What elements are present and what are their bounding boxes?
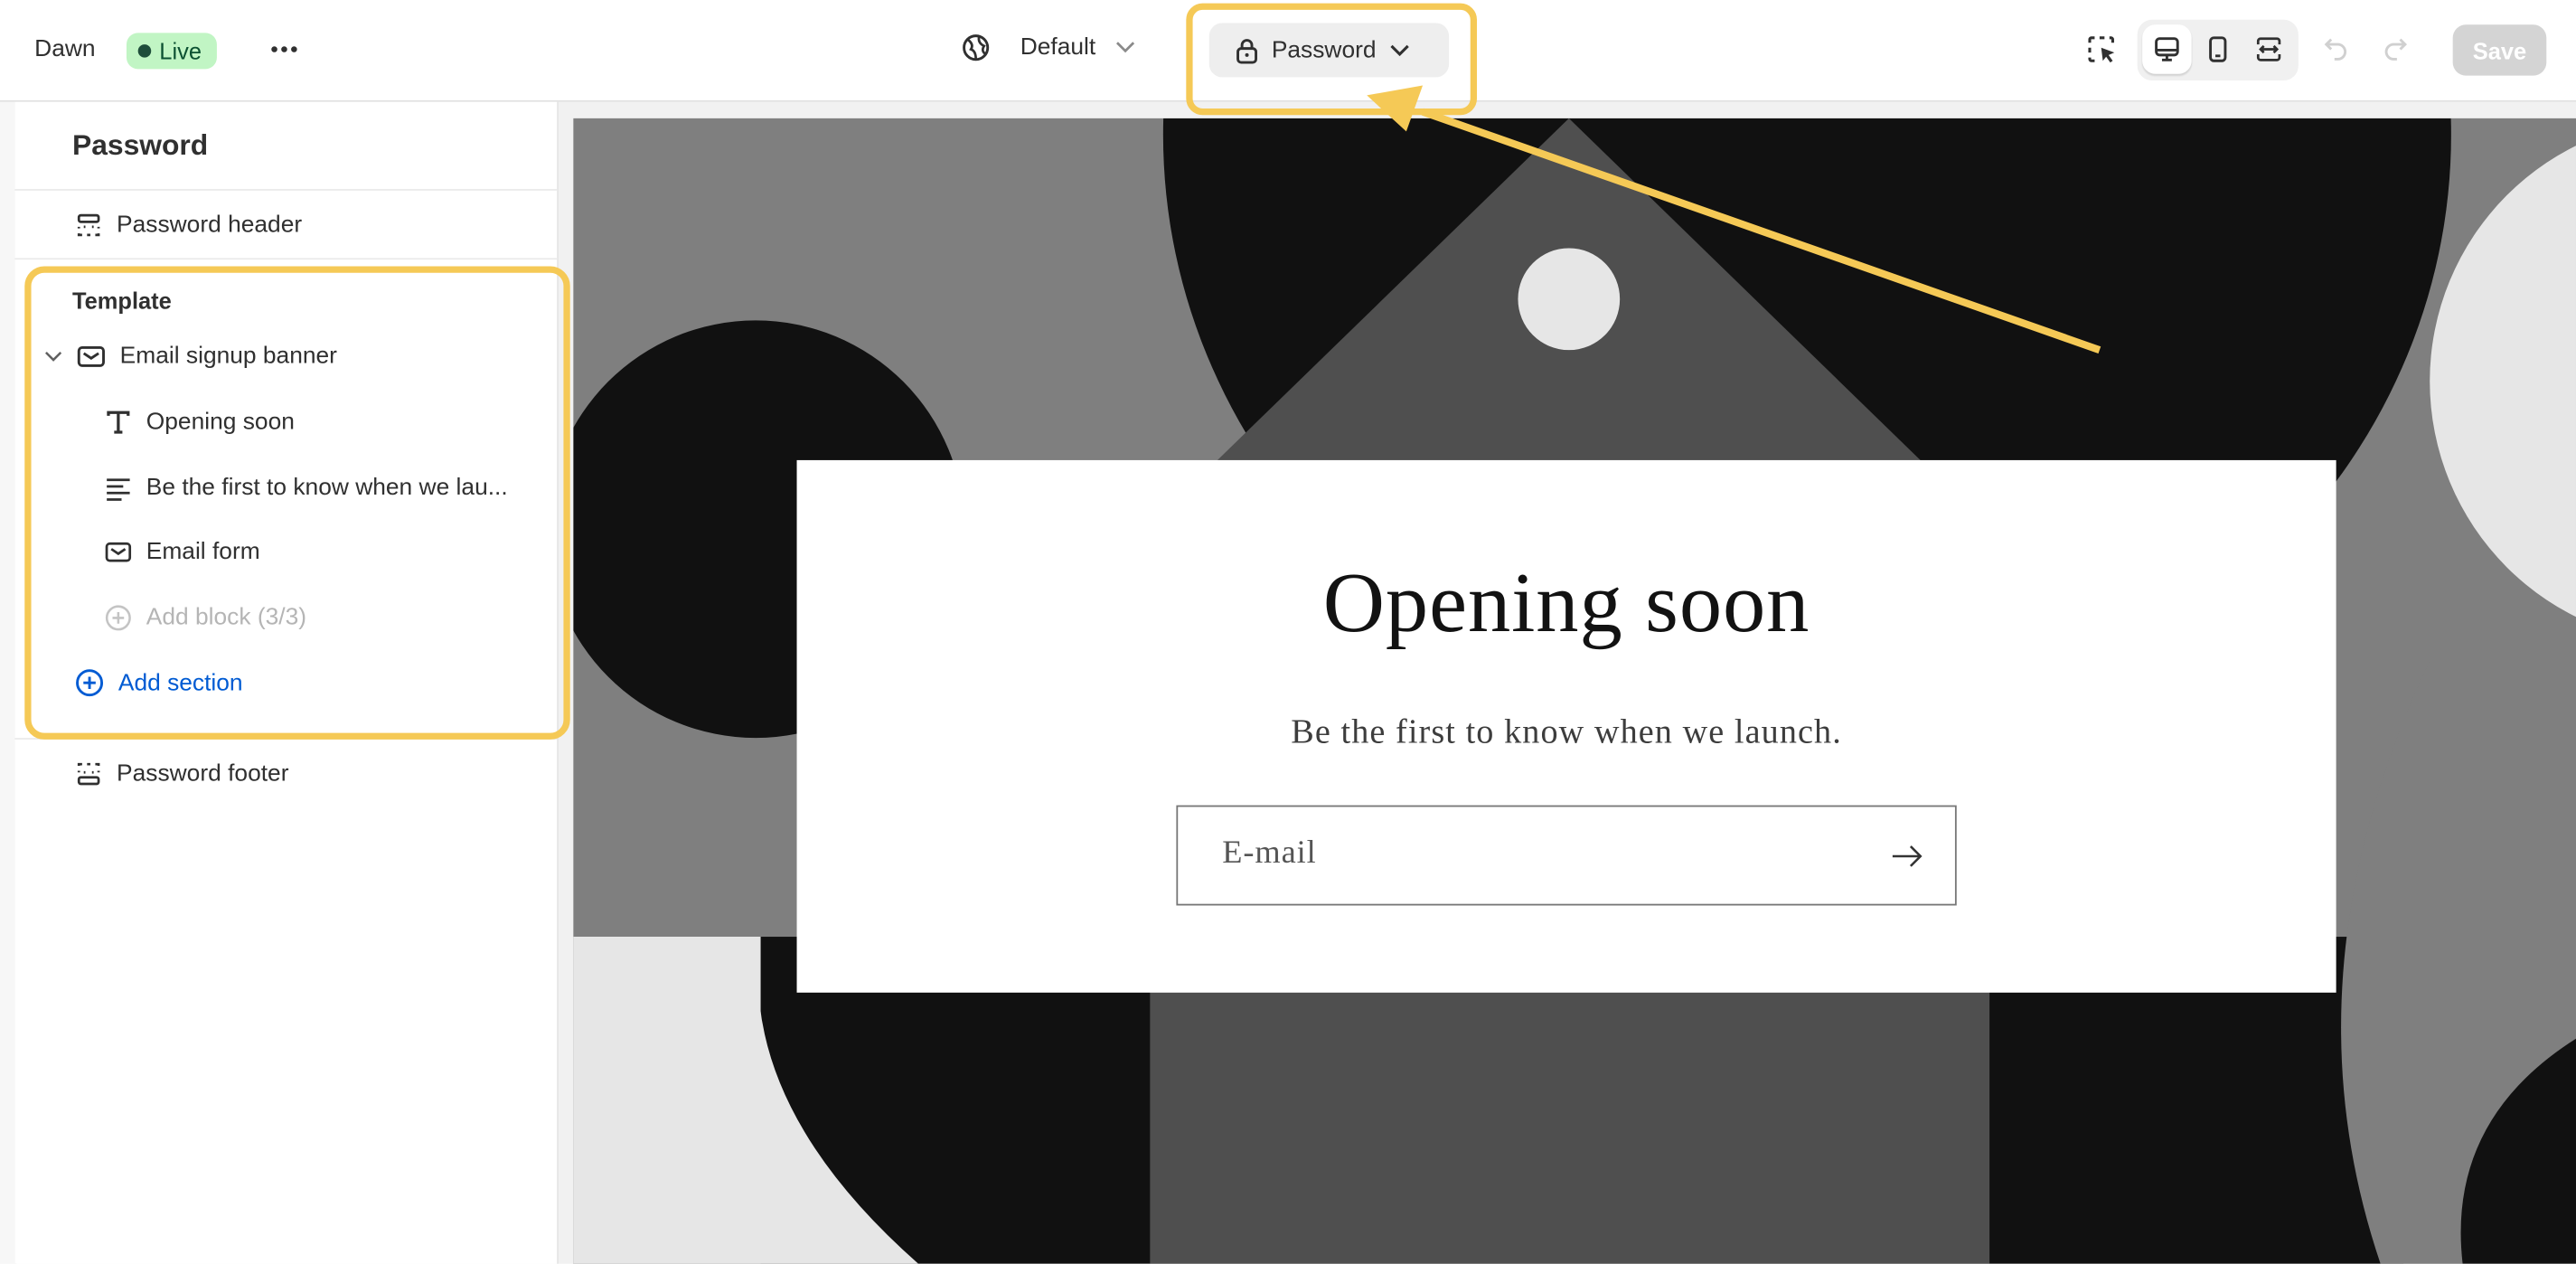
desktop-icon (2155, 37, 2179, 61)
undo-icon[interactable] (2323, 36, 2349, 62)
email-input[interactable]: E-mail (1176, 805, 1957, 906)
sidebar-item-password-header[interactable]: Password header (76, 212, 303, 239)
banner-heading: Opening soon (1322, 557, 1810, 651)
theme-editor: Dawn Live Default Password Save Password… (0, 0, 2576, 1264)
locale-selector[interactable]: Default (961, 33, 1135, 62)
sidebar-item-label: Password header (117, 212, 303, 239)
globe-icon (963, 34, 990, 61)
sidebar-item-password-footer[interactable]: Password footer (76, 761, 289, 788)
banner-subheading: Be the first to know when we launch. (1291, 712, 1842, 751)
sidebar-item-label: Password footer (117, 760, 289, 788)
mobile-icon (2209, 36, 2227, 62)
status-dot-icon (137, 44, 152, 58)
redo-icon[interactable] (2383, 36, 2409, 62)
status-badge: Live (126, 33, 217, 70)
annotation-highlight (24, 266, 570, 740)
more-button[interactable] (266, 33, 302, 65)
viewport-switcher (2137, 19, 2299, 81)
desktop-view-button[interactable] (2142, 24, 2192, 74)
arrow-right-icon[interactable] (1891, 844, 1923, 867)
divider (14, 258, 558, 260)
save-button[interactable]: Save (2452, 24, 2547, 76)
footer-section-icon (77, 762, 100, 786)
store-name: Dawn (34, 35, 96, 63)
status-label: Live (159, 37, 202, 64)
store-preview: Opening soon Be the first to know when w… (573, 118, 2576, 1264)
mobile-view-button[interactable] (2193, 24, 2242, 74)
email-signup-banner: Opening soon Be the first to know when w… (796, 459, 2336, 993)
more-horizontal-icon (271, 46, 297, 52)
fullwidth-view-button[interactable] (2244, 24, 2294, 74)
email-placeholder: E-mail (1222, 835, 1317, 872)
divider (14, 189, 558, 191)
chevron-down-icon (1115, 42, 1135, 53)
fullwidth-icon (2256, 37, 2281, 61)
select-element-icon[interactable] (2086, 34, 2118, 66)
locale-label: Default (1020, 34, 1096, 61)
annotation-highlight (1186, 3, 1478, 116)
header-section-icon (77, 213, 100, 237)
sidebar-title: Password (71, 127, 209, 162)
